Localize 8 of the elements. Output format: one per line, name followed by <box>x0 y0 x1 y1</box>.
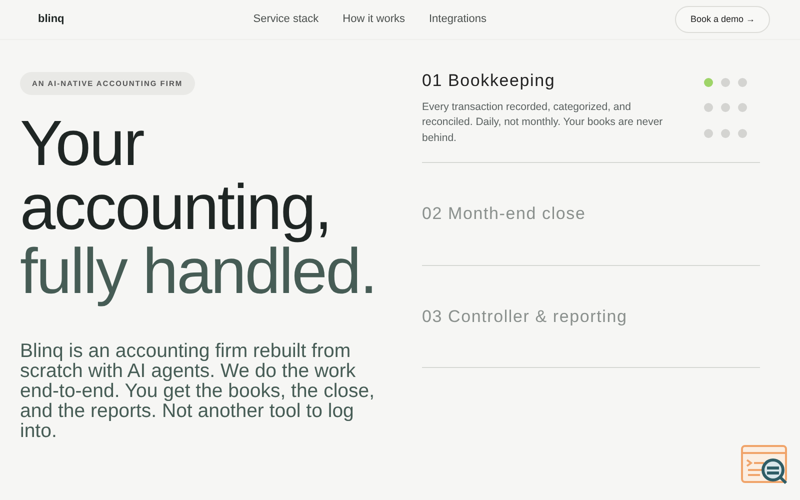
service-description: Every transaction recorded, categorized, and reconciled. Daily, not monthly. Your books are never behind. <box>422 100 664 146</box>
intro-paragraph: Blinq is an accounting firm rebuilt from scratch with AI agents. We do the work end-to-end. You get the books, the close, and the reports. Not another tool to log into. <box>20 341 376 442</box>
book-demo-button[interactable]: Book a demo → <box>675 6 770 34</box>
nav-link[interactable]: Integrations <box>429 11 486 28</box>
logo[interactable]: blinq <box>38 11 64 28</box>
nav-link[interactable]: Service stack <box>253 11 319 28</box>
service-title[interactable]: 01 Bookkeeping <box>422 68 682 94</box>
nav-link[interactable]: How it works <box>342 11 405 28</box>
